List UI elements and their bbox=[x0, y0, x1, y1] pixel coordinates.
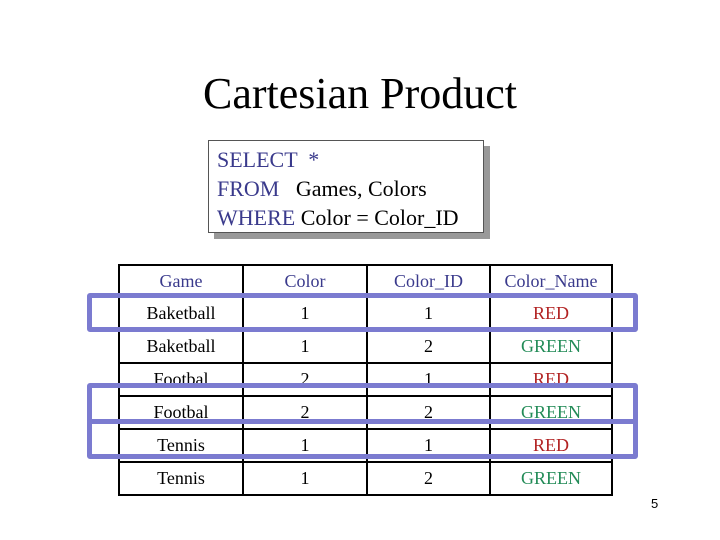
sql-line-where: WHERE Color = Color_ID bbox=[217, 203, 483, 232]
sql-from-tables: Games, Colors bbox=[279, 176, 427, 201]
table-row: Tennis 1 2 GREEN bbox=[118, 461, 613, 496]
row-highlight-box-basketball-red bbox=[87, 293, 638, 332]
cell-game: Baketball bbox=[118, 329, 244, 363]
slide-title: Cartesian Product bbox=[202, 69, 518, 118]
cell-color-name: GREEN bbox=[489, 329, 613, 363]
cell-color-name: GREEN bbox=[489, 461, 613, 496]
cell-color-id: 2 bbox=[366, 461, 491, 496]
row-highlight-box-tennis-red bbox=[87, 419, 638, 459]
sql-keyword-select: SELECT bbox=[217, 147, 298, 172]
sql-line-select: SELECT * bbox=[217, 145, 483, 174]
cell-color: 1 bbox=[242, 461, 368, 496]
cell-color: 1 bbox=[242, 329, 368, 363]
sql-star: * bbox=[297, 147, 320, 172]
sql-keyword-from: FROM bbox=[217, 176, 280, 201]
sql-where-condition: Color = Color_ID bbox=[295, 205, 459, 230]
table-row: Baketball 1 2 GREEN bbox=[118, 329, 613, 363]
sql-keyword-where: WHERE bbox=[217, 205, 296, 230]
page-number: 5 bbox=[651, 496, 659, 511]
sql-line-from: FROM Games, Colors bbox=[217, 174, 483, 203]
cell-color-id: 2 bbox=[366, 329, 491, 363]
cell-game: Tennis bbox=[118, 461, 244, 496]
sql-query-box: SELECT * FROM Games, Colors WHERE Color … bbox=[208, 140, 484, 233]
row-highlight-box-football-green bbox=[87, 383, 638, 424]
